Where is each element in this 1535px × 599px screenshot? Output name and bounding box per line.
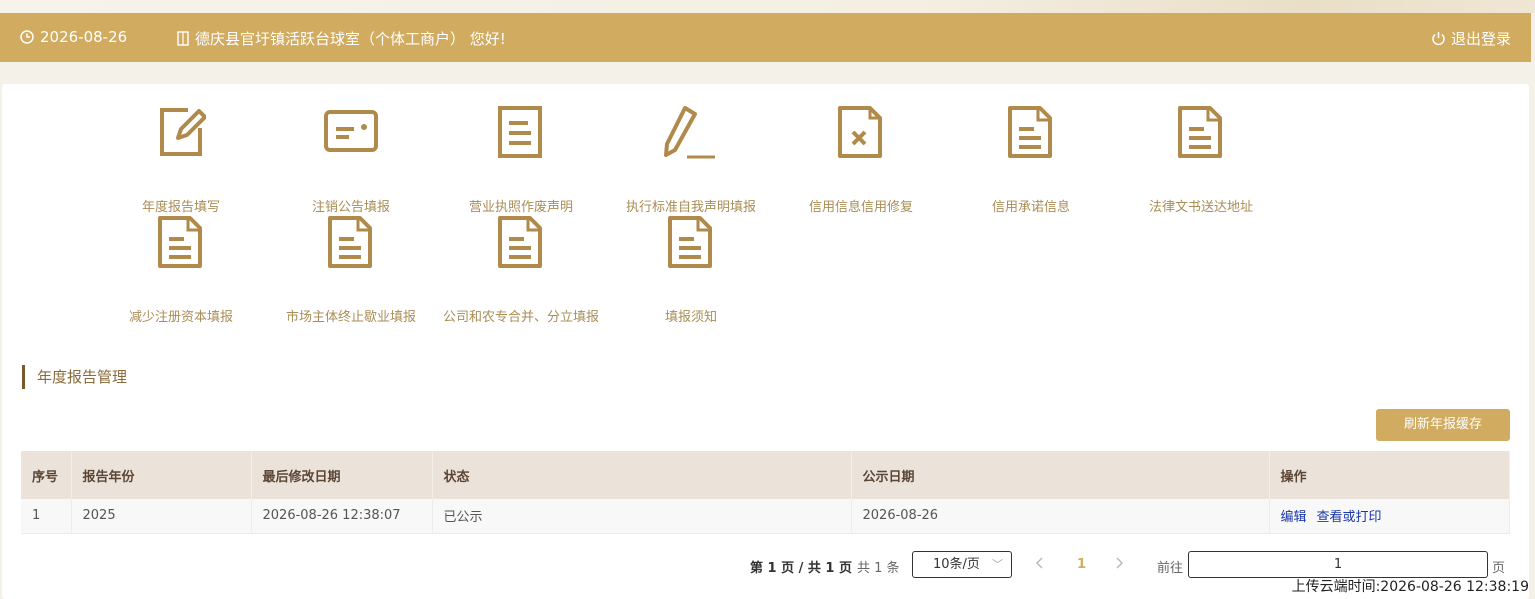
column-header-index: 序号 [21,451,72,499]
top-header-bar: 2026-08-26 德庆县官圩镇活跃台球室（个体工商户） 您好! 退出登录 [0,13,1531,62]
view-print-link[interactable]: 查看或打印 [1317,510,1382,525]
document-icon [1006,106,1056,162]
document-icon [666,216,716,272]
page-number-current[interactable]: 1 [1077,557,1086,572]
annual-report-table: 序号 报告年份 最后修改日期 状态 公示日期 操作 1 2025 2026-08… [21,451,1510,534]
table-header-row: 序号 报告年份 最后修改日期 状态 公示日期 操作 [21,451,1510,499]
tile-label: 法律文书送达地址 [1148,200,1253,215]
edit-link[interactable]: 编辑 [1281,510,1307,525]
document-icon [1176,106,1226,162]
goto-page-input[interactable]: 1 [1188,551,1488,578]
header-greeting-text: 德庆县官圩镇活跃台球室（个体工商户） 您好! [195,30,506,48]
cell-publish-date: 2026-08-26 [851,499,1270,534]
power-icon [1431,31,1446,46]
cell-modified: 2026-08-26 12:38:07 [251,499,433,534]
pagination: 第 1 页 / 共 1 页 共 1 条 10条/页 ﹀ 1 前往 1 页 [2,551,1529,579]
pencil-icon [663,106,719,164]
column-header-modified: 最后修改日期 [251,451,433,499]
main-card: 年度报告填写 注销公告填报 营业执照作废声明 执行标准自我声明填报 信用信息信用… [2,84,1529,599]
tile-label: 填报须知 [664,310,717,325]
logout-label: 退出登录 [1450,30,1511,48]
edit-icon [156,106,207,162]
tile-cancellation-notice[interactable]: 注销公告填报 [266,106,436,215]
column-header-year: 报告年份 [71,451,252,499]
section-title: 年度报告管理 [22,365,127,389]
document-icon [496,216,546,272]
cell-year: 2025 [71,499,252,534]
tile-business-termination[interactable]: 市场主体终止歇业填报 [266,216,436,325]
tile-standard-declaration[interactable]: 执行标准自我声明填报 [606,106,776,215]
column-header-publish-date: 公示日期 [851,451,1270,499]
header-date: 2026-08-26 [20,28,127,46]
header-greeting: 德庆县官圩镇活跃台球室（个体工商户） 您好! [177,28,506,49]
page-size-select[interactable]: 10条/页 ﹀ [912,551,1012,578]
tile-filing-notice[interactable]: 填报须知 [606,216,776,325]
cell-actions: 编辑 查看或打印 [1269,499,1510,534]
id-card-icon [323,106,379,162]
page-size-value: 10条/页 [933,557,980,572]
prev-page-icon[interactable] [1035,556,1045,574]
tile-credit-commitment[interactable]: 信用承诺信息 [946,106,1116,215]
tile-credit-repair[interactable]: 信用信息信用修复 [776,106,946,215]
upload-time: 上传云端时间:2026-08-26 12:38:19 [1291,579,1529,595]
tile-annual-report[interactable]: 年度报告填写 [96,106,266,215]
top-decor-strip [0,0,1535,13]
tile-capital-reduction[interactable]: 减少注册资本填报 [96,216,266,325]
logout-button[interactable]: 退出登录 [1431,28,1511,49]
refresh-cache-button[interactable]: 刷新年报缓存 [1376,409,1510,441]
column-header-actions: 操作 [1269,451,1510,499]
page-info: 第 1 页 / 共 1 页 [750,561,852,576]
cell-status: 已公示 [432,499,852,534]
cell-index: 1 [21,499,72,534]
chevron-down-icon: ﹀ [992,558,1003,571]
tile-legal-address[interactable]: 法律文书送达地址 [1116,106,1286,215]
document-icon [156,216,206,272]
column-header-status: 状态 [432,451,852,499]
document-x-icon [836,106,886,162]
next-page-icon[interactable] [1114,556,1124,574]
table-row: 1 2025 2026-08-26 12:38:07 已公示 2026-08-2… [21,499,1510,534]
building-icon [177,31,189,46]
header-date-text: 2026-08-26 [40,28,128,46]
goto-label: 前往 [1157,561,1184,576]
tile-license-void[interactable]: 营业执照作废声明 [436,106,606,215]
tile-merger-split[interactable]: 公司和农专合并、分立填报 [436,216,606,325]
document-icon [326,216,376,272]
total-count: 共 1 条 [857,561,900,576]
document-icon [496,106,546,162]
clock-icon [20,30,34,44]
page-unit-label: 页 [1492,561,1506,576]
